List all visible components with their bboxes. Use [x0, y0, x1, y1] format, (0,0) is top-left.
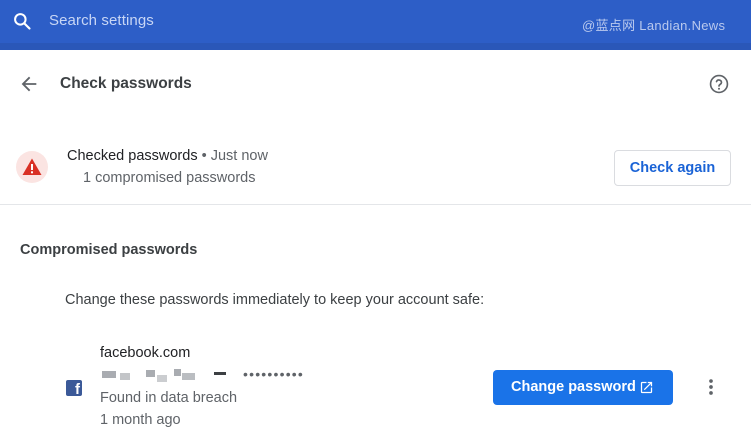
change-password-label: Change password [511, 379, 636, 395]
more-vert-icon[interactable] [700, 376, 722, 398]
check-again-button[interactable]: Check again [614, 150, 731, 186]
header-shadow [0, 43, 751, 50]
breach-reason: Found in data breach [100, 390, 238, 406]
status-title: Checked passwords • Just now [67, 148, 268, 164]
warning-icon [22, 158, 42, 175]
username-redacted [102, 368, 232, 382]
page-title: Check passwords [60, 75, 192, 92]
watermark: @蓝点网 Landian.News [582, 18, 726, 33]
section-title: Compromised passwords [20, 242, 198, 258]
change-password-button[interactable]: Change password [493, 370, 673, 405]
facebook-icon: f [66, 380, 82, 396]
search-input[interactable]: Search settings [49, 12, 154, 29]
help-icon[interactable] [708, 73, 730, 95]
password-masked: •••••••••• [243, 366, 305, 382]
status-separator: • [197, 148, 211, 164]
breach-age: 1 month ago [100, 412, 181, 428]
status-time: Just now [210, 148, 268, 164]
warning-badge [16, 151, 48, 183]
open-in-new-icon [640, 381, 653, 394]
settings-header: Search settings @蓝点网 Landian.News [0, 0, 751, 43]
section-divider [0, 204, 751, 205]
section-description: Change these passwords immediately to ke… [65, 292, 485, 308]
status-label: Checked passwords [67, 148, 198, 164]
status-summary: 1 compromised passwords [83, 170, 256, 186]
site-name: facebook.com [100, 345, 191, 361]
search-icon[interactable] [12, 11, 32, 31]
arrow-back-icon[interactable] [18, 73, 40, 95]
